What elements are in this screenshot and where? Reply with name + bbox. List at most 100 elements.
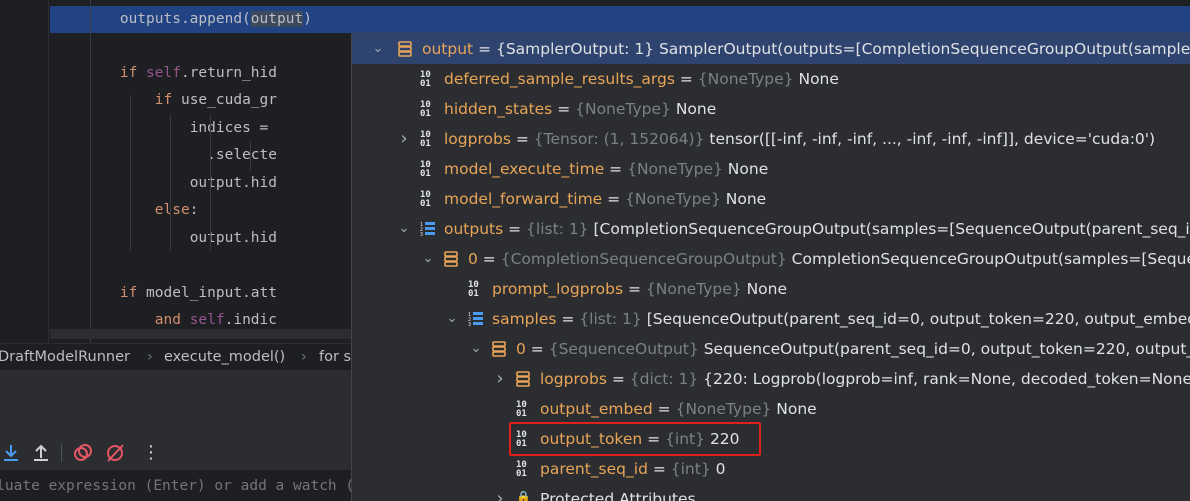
variable-type: {NoneType} bbox=[675, 400, 772, 418]
binary-value-icon: 10 01 bbox=[516, 400, 527, 419]
variable-row[interactable]: ⌄ output = {SamplerOutput: 1} SamplerOutp… bbox=[352, 34, 1190, 64]
variable-row[interactable]: 10 01 output_token = {int} 220 bbox=[352, 424, 1190, 454]
variables-popup: ⌄ output = {SamplerOutput: 1} SamplerOutp… bbox=[351, 33, 1190, 501]
variable-text: logprobs = {dict: 1} {220: Logprob(logpr… bbox=[540, 364, 1190, 394]
code-token: use_cuda_gr bbox=[180, 92, 277, 108]
variable-row[interactable]: 10 01 hidden_states = {NoneType} None bbox=[352, 94, 1190, 124]
variable-type: {NoneType} bbox=[575, 100, 671, 118]
variable-name: parent_seq_id bbox=[540, 460, 648, 478]
variable-text: outputs = {list: 1} [CompletionSequenceG… bbox=[444, 214, 1190, 244]
variable-row[interactable]: › 🔒 Protected Attributes bbox=[352, 484, 1190, 501]
variable-type: {list: 1} bbox=[526, 220, 589, 238]
indent-guide bbox=[210, 115, 211, 250]
variable-row[interactable]: 10 01 model_forward_time = {NoneType} None bbox=[352, 184, 1190, 214]
indent-guide bbox=[170, 115, 171, 250]
code-token: if bbox=[154, 92, 181, 108]
variable-value: None bbox=[675, 100, 717, 118]
breadcrumb-method[interactable]: execute_model() bbox=[164, 344, 285, 370]
variable-value: None bbox=[798, 70, 839, 88]
variable-row[interactable]: 10 01 prompt_logprobs = {NoneType} None bbox=[352, 274, 1190, 304]
code-token: .selecte bbox=[207, 147, 277, 163]
toolbar-divider bbox=[61, 444, 62, 462]
breadcrumb-loop[interactable]: for s bbox=[319, 344, 351, 370]
breadcrumb-class[interactable]: DraftModelRunner bbox=[0, 344, 130, 370]
variable-row[interactable]: 10 01 deferred_sample_results_args = {None… bbox=[352, 64, 1190, 94]
variable-row[interactable]: ⌄ 1 2 3 samples = {list: 1} [SequenceOutput(… bbox=[352, 304, 1190, 334]
variable-name: Protected Attributes bbox=[540, 490, 696, 501]
variable-name: samples bbox=[492, 310, 557, 328]
variable-name: outputs bbox=[444, 220, 504, 238]
breakpoint-icon[interactable] bbox=[72, 442, 94, 464]
chevron-right-icon[interactable]: › bbox=[494, 484, 506, 501]
object-icon bbox=[398, 41, 412, 57]
variable-name: 0 bbox=[516, 340, 526, 358]
chevron-down-icon[interactable]: ⌄ bbox=[372, 34, 384, 64]
variable-text: parent_seq_id = {int} 0 bbox=[540, 460, 726, 478]
code-token: model_input.att bbox=[146, 285, 277, 301]
variable-value: 0 bbox=[715, 460, 726, 478]
variable-value: tensor([[-inf, -inf, -inf, ..., -inf, -i… bbox=[709, 130, 1156, 148]
code-token: self bbox=[146, 65, 181, 81]
code-token: output.hid bbox=[189, 175, 277, 191]
chevron-down-icon[interactable]: ⌄ bbox=[398, 214, 410, 244]
variable-row[interactable]: ⌄ 0 = {SequenceOutput} SequenceOutput(par… bbox=[352, 334, 1190, 364]
variable-row[interactable]: ⌄ 0 = {CompletionSequenceGroupOutput} Com… bbox=[352, 244, 1190, 274]
variable-value: None bbox=[746, 280, 788, 298]
variable-name: output bbox=[422, 40, 474, 58]
chevron-right-icon[interactable]: › bbox=[494, 364, 506, 394]
variable-name: prompt_logprobs bbox=[492, 280, 624, 298]
binary-value-icon: 10 01 bbox=[420, 190, 431, 209]
editor-gutter[interactable] bbox=[0, 0, 49, 343]
variable-text: 0 = {SequenceOutput} SequenceOutput(pare… bbox=[516, 334, 1190, 364]
variable-text: logprobs = {Tensor: (1, 152064)} tensor(… bbox=[444, 130, 1156, 148]
variable-name: logprobs bbox=[540, 370, 607, 388]
object-icon bbox=[516, 371, 530, 387]
mute-breakpoints-icon[interactable] bbox=[104, 442, 126, 464]
variable-type: {list: 1} bbox=[579, 310, 642, 328]
variable-value: None bbox=[727, 160, 769, 178]
variable-type: {NoneType} bbox=[697, 70, 794, 88]
binary-value-icon: 10 01 bbox=[420, 70, 431, 89]
variable-text: deferred_sample_results_args = {NoneType… bbox=[444, 70, 839, 88]
variable-row[interactable]: ⌄ 1 2 3 outputs = {list: 1} [CompletionSeque… bbox=[352, 214, 1190, 244]
variable-type: {NoneType} bbox=[625, 190, 721, 208]
chevron-down-icon[interactable]: ⌄ bbox=[470, 334, 482, 364]
variable-type: {NoneType} bbox=[645, 280, 742, 298]
variable-type: {dict: 1} bbox=[629, 370, 699, 388]
variable-value: None bbox=[725, 190, 767, 208]
variable-text: 0 = {CompletionSequenceGroupOutput} Comp… bbox=[468, 244, 1190, 274]
variable-name: hidden_states bbox=[444, 100, 553, 118]
download-icon[interactable] bbox=[0, 442, 22, 464]
code-token: indices = bbox=[189, 120, 277, 136]
code-token: output bbox=[250, 11, 304, 27]
variable-value: SequenceOutput(parent_seq_id=0, output_t… bbox=[703, 340, 1190, 358]
list-icon: 123 bbox=[420, 222, 435, 237]
code-token: if bbox=[119, 65, 147, 81]
chevron-down-icon[interactable]: ⌄ bbox=[446, 304, 458, 334]
variable-name: model_execute_time bbox=[444, 160, 605, 178]
variable-type: {CompletionSequenceGroupOutput} bbox=[500, 250, 787, 268]
variable-row[interactable]: 10 01 model_execute_time = {NoneType} None bbox=[352, 154, 1190, 184]
variable-row[interactable]: › logprobs = {dict: 1} {220: Logprob(logp… bbox=[352, 364, 1190, 394]
breadcrumb-separator: › bbox=[301, 349, 307, 365]
variable-value: = {SamplerOutput: 1} SamplerOutput(outpu… bbox=[478, 40, 1190, 58]
code-token: : bbox=[189, 202, 199, 218]
binary-value-icon: 10 01 bbox=[468, 280, 479, 299]
chevron-down-icon[interactable]: ⌄ bbox=[422, 244, 434, 274]
variable-row[interactable]: 10 01 parent_seq_id = {int} 0 bbox=[352, 454, 1190, 484]
object-icon bbox=[444, 251, 458, 267]
variable-row[interactable]: › 10 01 logprobs = {Tensor: (1, 152064)} te… bbox=[352, 124, 1190, 154]
variable-value: [CompletionSequenceGroupOutput(samples=[… bbox=[593, 220, 1190, 238]
more-options-icon[interactable]: ⋮ bbox=[140, 442, 162, 464]
variable-type: {int} bbox=[670, 460, 711, 478]
variable-name: 0 bbox=[468, 250, 478, 268]
code-line[interactable]: outputs.append(output) bbox=[50, 6, 1190, 33]
variable-name: model_forward_time bbox=[444, 190, 603, 208]
chevron-right-icon[interactable]: › bbox=[398, 124, 410, 154]
code-token: output.hid bbox=[189, 230, 277, 246]
upload-icon[interactable] bbox=[30, 442, 52, 464]
code-token: .return_hid bbox=[180, 65, 277, 81]
variable-row[interactable]: 10 01 output_embed = {NoneType} None bbox=[352, 394, 1190, 424]
list-icon: 123 bbox=[468, 312, 483, 327]
breadcrumb-separator: › bbox=[147, 349, 153, 365]
